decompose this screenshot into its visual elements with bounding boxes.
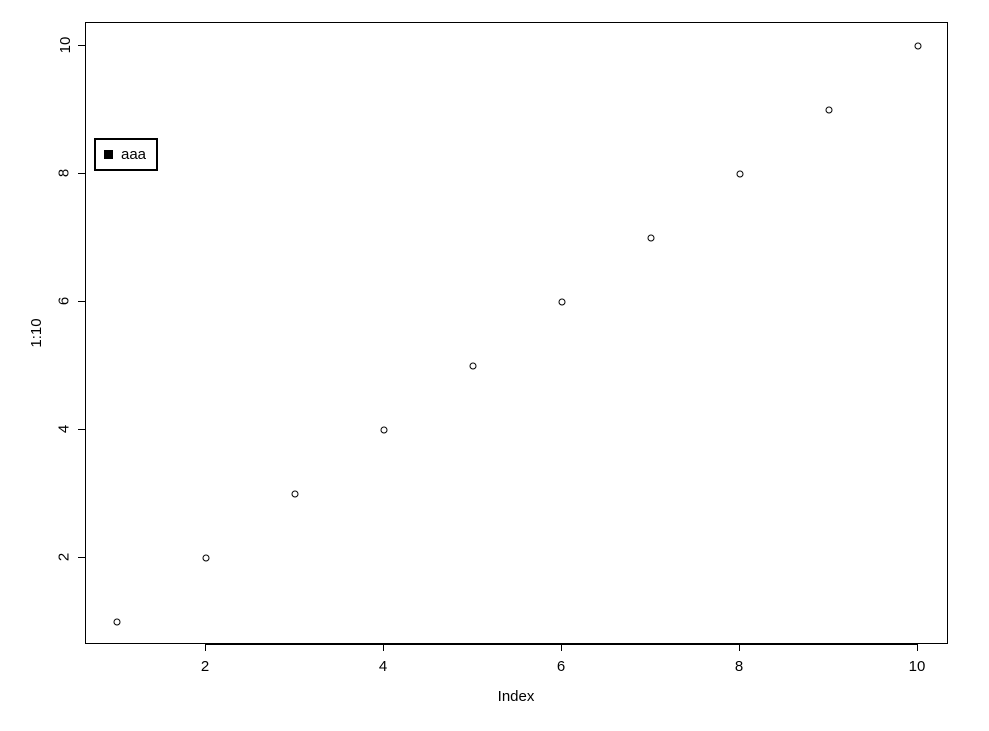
y-tick-label: 2 — [56, 553, 73, 561]
x-tick-mark — [561, 644, 562, 651]
y-tick-mark — [78, 557, 85, 558]
data-point — [470, 363, 477, 370]
x-tick-label: 8 — [735, 658, 743, 675]
data-point — [559, 299, 566, 306]
y-axis-label: 1:10 — [28, 318, 45, 347]
data-point — [737, 171, 744, 178]
data-point — [648, 235, 655, 242]
y-tick-label: 8 — [56, 169, 73, 177]
data-point — [915, 43, 922, 50]
data-point — [292, 491, 299, 498]
legend-label: aaa — [121, 146, 146, 163]
x-tick-mark — [205, 644, 206, 651]
data-point — [381, 427, 388, 434]
x-tick-mark — [383, 644, 384, 651]
y-tick-mark — [78, 429, 85, 430]
x-tick-label: 2 — [201, 658, 209, 675]
data-point — [114, 619, 121, 626]
y-tick-mark — [78, 173, 85, 174]
legend-box: aaa — [94, 138, 158, 171]
x-tick-mark — [917, 644, 918, 651]
x-tick-label: 6 — [557, 658, 565, 675]
y-tick-label: 10 — [57, 37, 74, 54]
x-tick-label: 10 — [909, 658, 926, 675]
plot-area: aaa — [85, 22, 948, 644]
y-tick-label: 6 — [56, 297, 73, 305]
chart-container: aaa 2 4 6 8 10 2 4 6 8 10 Index 1:10 — [0, 0, 989, 731]
data-point — [826, 107, 833, 114]
y-tick-label: 4 — [56, 425, 73, 433]
x-tick-mark — [739, 644, 740, 651]
x-axis-label: Index — [498, 688, 535, 705]
y-axis-line — [85, 45, 86, 557]
data-point — [203, 555, 210, 562]
x-tick-label: 4 — [379, 658, 387, 675]
y-tick-mark — [78, 45, 85, 46]
square-icon — [104, 150, 113, 159]
y-tick-mark — [78, 301, 85, 302]
